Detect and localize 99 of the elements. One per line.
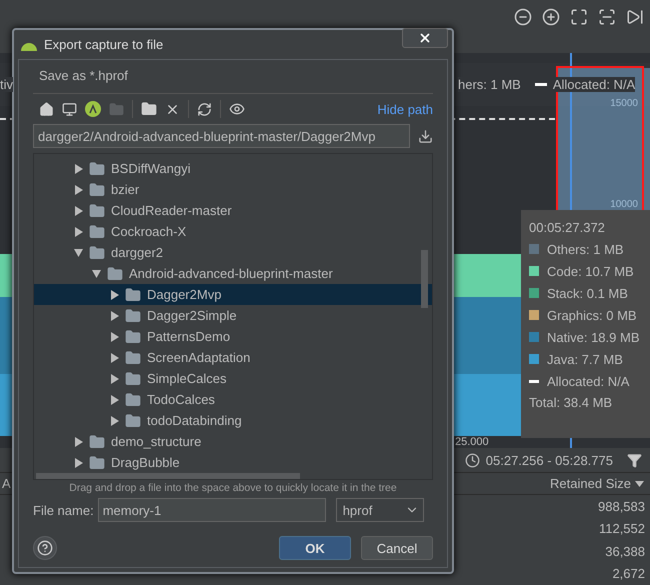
collapsed-arrow-icon[interactable] — [74, 226, 83, 236]
collapsed-arrow-icon[interactable] — [110, 394, 119, 404]
legend-label: hers: 1 MB — [458, 77, 521, 92]
tree-item[interactable]: Android-advanced-blueprint-master — [34, 263, 432, 284]
tooltip-label: Native: 18.9 MB — [547, 330, 640, 344]
dialog-title: Export capture to file — [44, 37, 164, 52]
download-icon[interactable] — [418, 128, 433, 144]
path-field[interactable]: dargger2/Android-advanced-blueprint-master/Dagger2Mvp — [33, 124, 410, 148]
hint-text: Drag and drop a file into the space above to quickly locate it in the tree — [68, 481, 398, 496]
zoom-to-selection-icon[interactable] — [598, 8, 616, 26]
collapsed-arrow-icon[interactable] — [110, 332, 119, 342]
reset-zoom-icon[interactable] — [570, 8, 588, 26]
column-header[interactable]: Retained Size — [548, 476, 650, 491]
zoom-in-icon[interactable] — [542, 8, 560, 26]
folder-icon — [125, 412, 141, 428]
expanded-arrow-icon[interactable] — [92, 268, 101, 278]
folder-icon — [125, 308, 141, 324]
tree-item[interactable]: demo_structure — [34, 431, 432, 452]
tree-item[interactable]: ScreenAdaptation — [34, 347, 432, 368]
folder-icon — [89, 224, 105, 240]
tree-item[interactable]: SimpleCalces — [34, 368, 432, 389]
close-button[interactable] — [402, 28, 448, 48]
tree-item[interactable]: DragBubble — [34, 452, 432, 473]
scrollbar-thumb[interactable] — [421, 250, 428, 308]
folder-icon — [125, 328, 141, 344]
refresh-icon[interactable] — [197, 102, 212, 116]
folder-icon — [125, 350, 141, 366]
tree-item[interactable]: TodoCalces — [34, 389, 432, 410]
clock-icon — [464, 452, 480, 468]
collapsed-arrow-icon[interactable] — [74, 164, 83, 174]
sort-descending-icon — [635, 480, 644, 486]
axis-label: 25.000 — [455, 436, 489, 448]
filter-icon[interactable] — [627, 452, 642, 468]
expanded-arrow-icon[interactable] — [74, 248, 83, 258]
cancel-button[interactable]: Cancel — [361, 536, 433, 560]
tree-item[interactable]: bzier — [34, 179, 432, 200]
tree-item[interactable]: PatternsDemo — [34, 326, 432, 347]
collapsed-arrow-icon[interactable] — [110, 290, 119, 300]
close-icon — [418, 31, 432, 45]
folder-icon — [89, 244, 105, 260]
collapsed-arrow-icon[interactable] — [74, 206, 83, 216]
collapsed-arrow-icon[interactable] — [110, 416, 119, 426]
tree-item[interactable]: Dagger2Mvp — [34, 284, 432, 305]
collapsed-arrow-icon[interactable] — [74, 436, 83, 446]
zoom-out-icon[interactable] — [514, 8, 532, 26]
collapsed-arrow-icon[interactable] — [110, 374, 119, 384]
tree-item[interactable]: CloudReader-master — [34, 200, 432, 221]
folder-icon — [125, 286, 141, 302]
file-name-label: File name: — [33, 502, 94, 518]
android-project-icon[interactable] — [85, 101, 101, 117]
axis-label: 10000 — [610, 199, 638, 210]
legend-label: tiv — [0, 77, 13, 92]
tooltip-label: Code: 10.7 MB — [547, 264, 634, 278]
folder-icon — [125, 392, 141, 408]
dialog-heading: Save as *.hprof — [33, 60, 433, 94]
help-icon[interactable] — [33, 536, 57, 560]
dashed-line-icon — [534, 83, 547, 86]
tree-item[interactable]: Dagger2Simple — [34, 305, 432, 326]
folder-icon — [89, 434, 105, 450]
show-hidden-icon[interactable] — [229, 101, 245, 117]
tooltip-label: Java: 7.7 MB — [547, 352, 623, 366]
table-cell-text: 36,388 — [605, 542, 646, 561]
time-range: 05:27.256 - 05:28.775 — [486, 452, 613, 468]
legend-label: Allocated: N/A — [552, 77, 636, 92]
tooltip-label: Stack: 0.1 MB — [547, 286, 628, 300]
folder-icon — [107, 266, 123, 282]
folder-icon — [89, 454, 105, 470]
collapsed-arrow-icon[interactable] — [74, 184, 83, 194]
folder-icon — [125, 370, 141, 386]
ok-button[interactable]: OK — [279, 536, 351, 560]
format-dropdown[interactable]: hprof — [336, 498, 424, 522]
tree-item[interactable]: Cockroach-X — [34, 221, 432, 242]
column-header[interactable]: A — [0, 476, 17, 491]
tree-item[interactable]: dargger2 — [34, 242, 432, 263]
folder-icon — [109, 102, 124, 116]
table-cell-text: 112,552 — [598, 520, 646, 538]
jump-to-live-icon[interactable] — [626, 8, 644, 26]
collapsed-arrow-icon[interactable] — [74, 458, 83, 468]
tooltip-label: Others: 1 MB — [547, 242, 624, 256]
home-icon[interactable] — [39, 102, 54, 116]
file-name-field[interactable]: memory-1 — [98, 498, 326, 522]
desktop-icon[interactable] — [62, 102, 77, 116]
hide-path-link[interactable]: Hide path — [377, 102, 433, 116]
axis-label: 15000 — [610, 98, 638, 109]
tree-item[interactable]: BSDiffWangyi — [34, 158, 432, 179]
collapsed-arrow-icon[interactable] — [110, 352, 119, 362]
folder-icon — [89, 202, 105, 218]
table-cell-text: 2,672 — [612, 565, 646, 584]
folder-icon — [89, 160, 105, 176]
tooltip-time: 00:05:27.372 — [529, 220, 606, 235]
tooltip-label: Allocated: N/A — [547, 374, 630, 388]
new-folder-icon[interactable] — [141, 101, 157, 117]
collapsed-arrow-icon[interactable] — [110, 310, 119, 320]
scrollbar-thumb[interactable] — [36, 473, 300, 479]
folder-icon — [89, 182, 105, 198]
tooltip-total: Total: 38.4 MB — [529, 395, 614, 410]
tooltip-label: Graphics: 0 MB — [547, 308, 637, 322]
tree-item[interactable]: todoDatabinding — [34, 410, 432, 431]
table-cell-text: 988,583 — [598, 498, 646, 516]
